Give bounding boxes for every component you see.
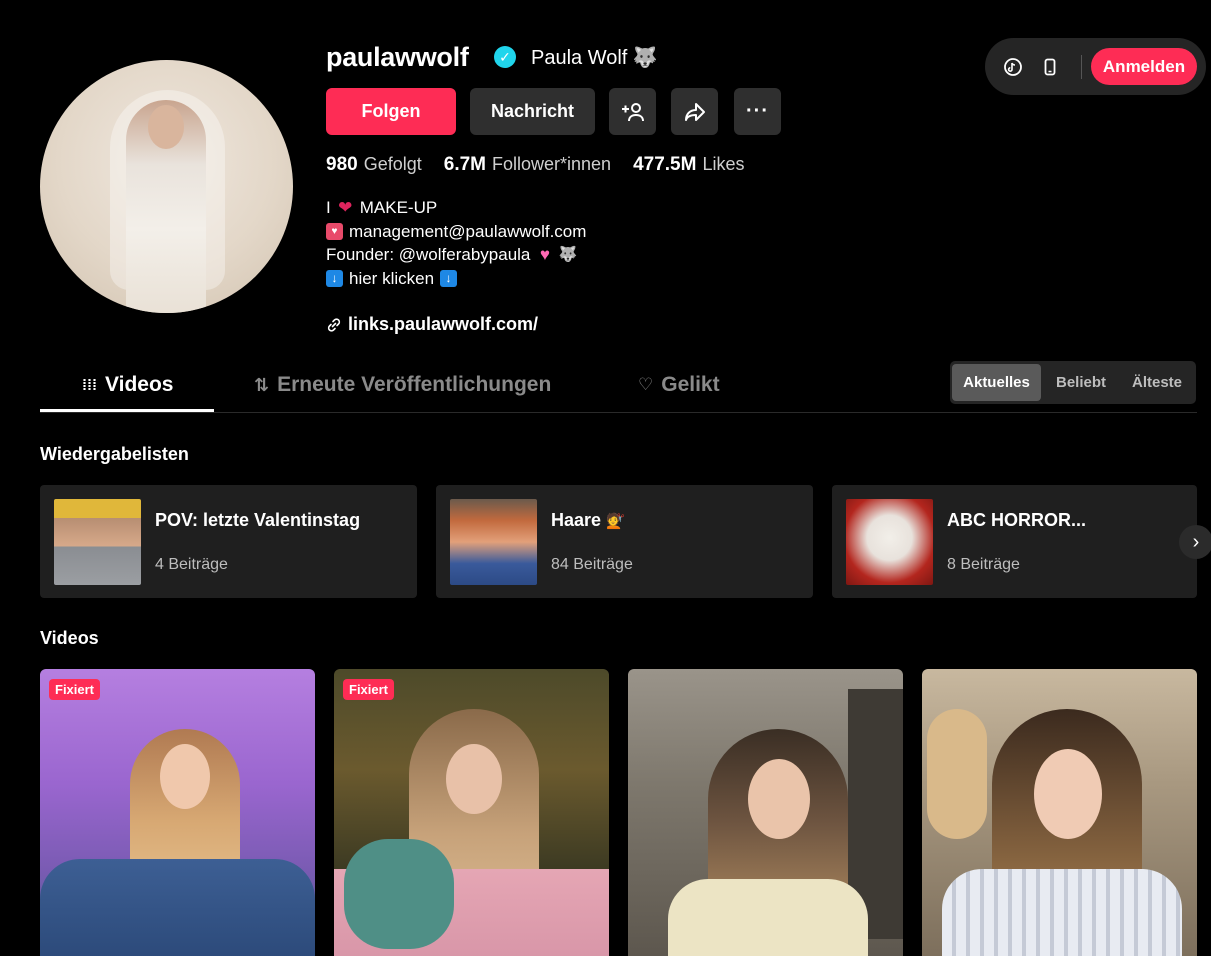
tiktok-logo-icon[interactable]	[1003, 57, 1023, 77]
active-tab-indicator	[40, 409, 214, 412]
video-tile[interactable]	[628, 669, 903, 956]
following-count[interactable]: 980	[326, 154, 358, 176]
chevron-right-icon: ›	[1192, 530, 1200, 553]
liked-heart-icon: ♡	[638, 375, 654, 394]
video-thumbnail-jacket	[40, 859, 315, 956]
bio-founder: Founder: @wolferabypaula	[326, 245, 531, 264]
add-friend-button[interactable]	[609, 88, 656, 135]
video-thumbnail-face	[446, 744, 502, 814]
sort-latest[interactable]: Aktuelles	[952, 364, 1041, 401]
topbar-divider	[1081, 55, 1082, 79]
grid-icon: ⁞⁞⁞	[82, 376, 97, 394]
link-icon	[327, 317, 341, 332]
more-options-button[interactable]: ···	[734, 88, 781, 135]
tab-liked[interactable]: ♡ Gelikt	[638, 373, 720, 397]
playlist-card[interactable]: POV: letzte Valentinstag 4 Beiträge	[40, 485, 417, 598]
profile-stats: 980 Gefolgt 6.7M Follower*innen 477.5M L…	[326, 154, 766, 176]
bio-line: ↓ hier klicken ↓	[326, 267, 586, 291]
avatar-face	[148, 105, 184, 149]
video-thumbnail-shirt	[942, 869, 1182, 956]
tab-videos-label: Videos	[105, 373, 174, 396]
profile-link-text[interactable]: links.paulawwolf.com/	[348, 314, 538, 335]
followers-count[interactable]: 6.7M	[444, 154, 486, 176]
tab-videos[interactable]: ⁞⁞⁞ Videos	[82, 373, 173, 397]
video-tile[interactable]: Fixiert	[334, 669, 609, 956]
sort-toggle: Aktuelles Beliebt Älteste	[950, 361, 1196, 404]
playlist-title: ABC HORROR...	[947, 510, 1086, 530]
bio-line: ♥ management@paulawwolf.com	[326, 220, 586, 244]
down-arrow-icon: ↓	[440, 269, 458, 287]
playlist-thumbnail	[54, 499, 141, 585]
playlist-count: 84 Beiträge	[551, 556, 633, 573]
verified-badge-icon: ✓	[494, 46, 516, 68]
likes-count: 477.5M	[633, 154, 697, 175]
tab-reposts-label: Erneute Veröffentlichungen	[277, 373, 552, 396]
top-actions: Anmelden	[985, 38, 1206, 95]
bio-email: management@paulawwolf.com	[349, 221, 587, 241]
bio-text: MAKE-UP	[359, 198, 438, 217]
video-tile[interactable]	[922, 669, 1197, 956]
video-thumbnail-sweater	[668, 879, 868, 956]
playlist-card[interactable]: ABC HORROR... 8 Beiträge	[832, 485, 1197, 598]
playlist-title-text: Haare	[551, 510, 602, 530]
bio-cta: hier klicken	[349, 268, 435, 288]
sort-oldest[interactable]: Älteste	[1120, 364, 1194, 401]
video-thumbnail-face	[1034, 749, 1102, 839]
video-thumbnail-prop	[344, 839, 454, 949]
playlist-title: Haare 💇	[551, 510, 625, 531]
share-icon	[684, 102, 705, 121]
share-button[interactable]	[671, 88, 718, 135]
video-tile[interactable]: Fixiert	[40, 669, 315, 956]
profile-link[interactable]: links.paulawwolf.com/	[326, 314, 538, 335]
username: paulawwolf	[326, 42, 469, 72]
video-thumbnail-hair	[927, 709, 987, 839]
wolf-icon: 🐺	[632, 47, 658, 69]
down-arrow-icon: ↓	[326, 269, 343, 287]
sort-popular[interactable]: Beliebt	[1044, 364, 1118, 401]
playlist-count: 4 Beiträge	[155, 556, 228, 573]
login-button[interactable]: Anmelden	[1091, 48, 1197, 85]
playlists-heading: Wiedergabelisten	[40, 444, 189, 464]
love-letter-icon: ♥	[326, 222, 343, 240]
playlists-next-button[interactable]: ›	[1179, 525, 1211, 559]
profile-avatar[interactable]	[40, 60, 293, 313]
bio-line: I ❤ MAKE-UP	[326, 196, 586, 220]
follow-button[interactable]: Folgen	[326, 88, 456, 135]
tab-reposts[interactable]: ⇅ Erneute Veröffentlichungen	[254, 373, 551, 397]
playlist-thumbnail	[846, 499, 933, 585]
video-thumbnail-face	[160, 744, 210, 809]
nickname: Paula Wolf 🐺	[531, 45, 658, 70]
video-thumbnail-face	[748, 759, 810, 839]
nickname-text: Paula Wolf	[531, 47, 628, 69]
add-user-icon	[621, 102, 644, 121]
pink-heart-icon: ♥	[539, 245, 550, 264]
profile-bio: I ❤ MAKE-UP ♥ management@paulawwolf.com …	[326, 196, 586, 290]
wolf-icon: 🐺	[558, 246, 578, 263]
bio-prefix: I	[326, 198, 331, 217]
more-dots-icon: ···	[746, 100, 769, 122]
heart-icon: ❤	[338, 198, 353, 217]
pinned-badge: Fixiert	[343, 679, 395, 700]
videos-heading: Videos	[40, 628, 99, 648]
playlist-count: 8 Beiträge	[947, 556, 1020, 573]
bio-line: Founder: @wolferabypaula ♥ 🐺	[326, 243, 586, 267]
playlist-thumbnail	[450, 499, 537, 585]
following-label: Gefolgt	[363, 154, 422, 174]
haircut-icon: 💇	[606, 513, 625, 530]
mobile-app-icon[interactable]	[1040, 57, 1060, 77]
tab-liked-label: Gelikt	[661, 373, 720, 396]
repost-icon: ⇅	[254, 374, 270, 395]
playlist-title: POV: letzte Valentinstag	[155, 510, 361, 530]
followers-label: Follower*innen	[492, 154, 612, 174]
playlist-card[interactable]: Haare 💇 84 Beiträge	[436, 485, 813, 598]
message-button[interactable]: Nachricht	[470, 88, 595, 135]
pinned-badge: Fixiert	[49, 679, 101, 700]
likes-label: Likes	[702, 154, 745, 174]
